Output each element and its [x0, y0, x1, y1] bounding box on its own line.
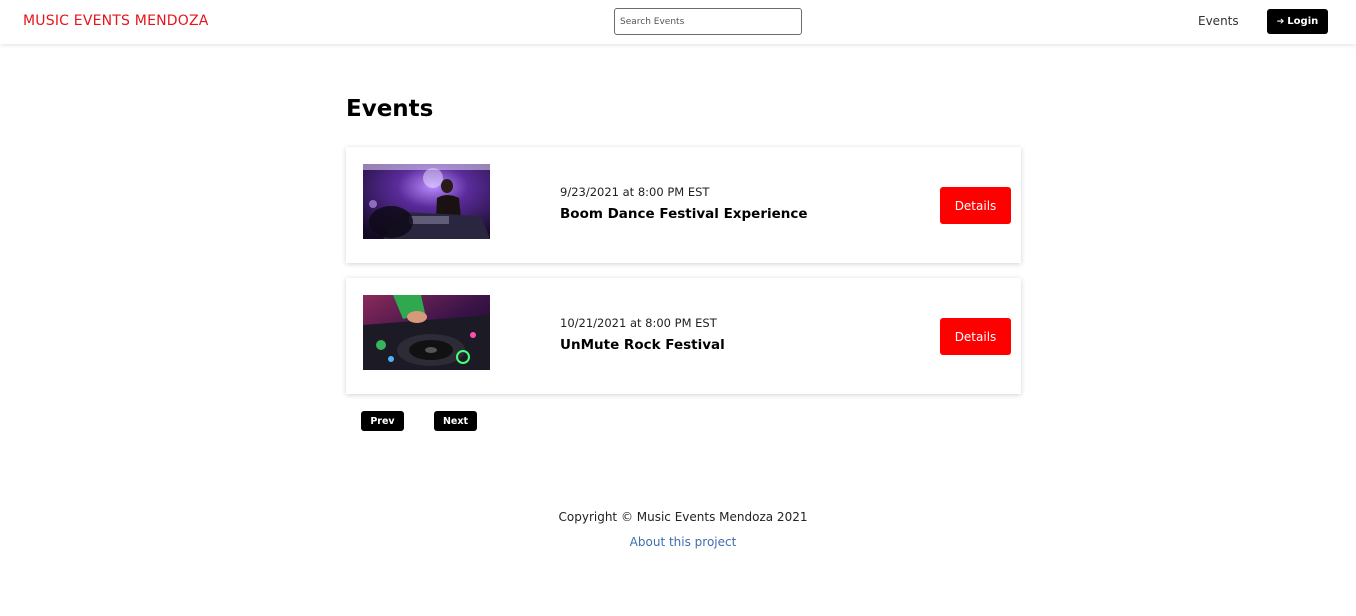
- page-title: Events: [346, 96, 434, 122]
- event-date: 10/21/2021 at 8:00 PM EST: [560, 316, 717, 330]
- event-image: [363, 164, 490, 239]
- dj-mixer-photo: [363, 295, 490, 370]
- sign-in-icon: ➔: [1276, 16, 1285, 27]
- event-image: [363, 295, 490, 370]
- nav-events-link[interactable]: Events: [1198, 14, 1239, 28]
- details-button[interactable]: Details: [940, 318, 1011, 355]
- prev-page-button[interactable]: Prev: [361, 411, 404, 431]
- event-card: 10/21/2021 at 8:00 PM EST UnMute Rock Fe…: [346, 278, 1021, 394]
- search-input[interactable]: [614, 8, 802, 35]
- event-card: 9/23/2021 at 8:00 PM EST Boom Dance Fest…: [346, 147, 1021, 263]
- login-button[interactable]: ➔ Login: [1267, 9, 1328, 34]
- copyright-text: Copyright © Music Events Mendoza 2021: [558, 510, 808, 524]
- event-title: Boom Dance Festival Experience: [560, 206, 808, 222]
- about-project-link[interactable]: About this project: [0, 535, 1356, 549]
- next-page-button[interactable]: Next: [434, 411, 477, 431]
- event-date: 9/23/2021 at 8:00 PM EST: [560, 185, 710, 199]
- details-button[interactable]: Details: [940, 187, 1011, 224]
- brand-logo-link[interactable]: MUSIC EVENTS MENDOZA: [23, 13, 209, 29]
- navbar: MUSIC EVENTS MENDOZA Events ➔ Login: [0, 0, 1356, 44]
- login-button-label: Login: [1287, 16, 1319, 27]
- event-title: UnMute Rock Festival: [560, 337, 725, 353]
- dj-performing-photo: [363, 164, 490, 239]
